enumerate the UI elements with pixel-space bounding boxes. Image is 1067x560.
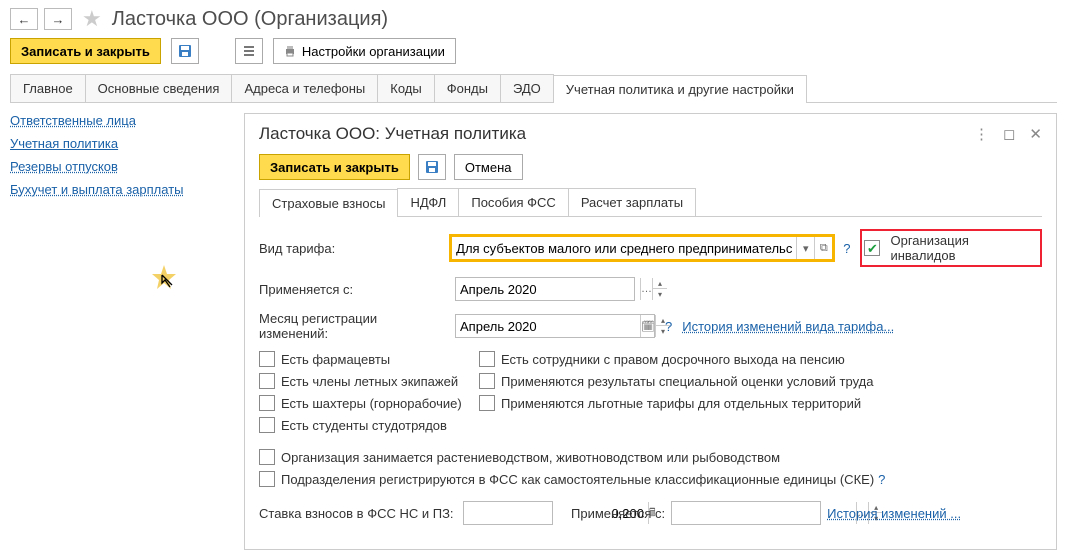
- policy-panel: Ласточка ООО: Учетная политика ⋮ ◻ ✕ Зап…: [244, 113, 1057, 550]
- panel-save[interactable]: [418, 154, 446, 180]
- rate-group: 🖩: [463, 501, 553, 525]
- sidebar-item-payroll[interactable]: Бухучет и выплата зарплаты: [10, 182, 230, 197]
- cb-fss-help-icon[interactable]: ?: [874, 472, 889, 487]
- subtab-salary[interactable]: Расчет зарплаты: [568, 188, 696, 216]
- reg-month-group: 🗓 ▴▾: [455, 314, 655, 338]
- cb-students-label: Есть студенты студотрядов: [281, 418, 447, 433]
- panel-title: Ласточка ООО: Учетная политика: [259, 124, 526, 144]
- applies-from-label: Применяется с:: [259, 282, 449, 297]
- reg-month-help-icon[interactable]: ?: [661, 319, 676, 334]
- tab-edo[interactable]: ЭДО: [500, 74, 554, 102]
- tab-accounting[interactable]: Учетная политика и другие настройки: [553, 75, 807, 103]
- org-invalid-label: Организация инвалидов: [890, 233, 1034, 263]
- cb-pharm[interactable]: [259, 351, 275, 367]
- save-button[interactable]: [171, 38, 199, 64]
- floppy-icon: [425, 160, 439, 174]
- cb-flight-label: Есть члены летных экипажей: [281, 374, 458, 389]
- subtab-fss[interactable]: Пособия ФСС: [458, 188, 568, 216]
- favorite-star-icon[interactable]: ★: [82, 6, 102, 32]
- panel-maximize-icon[interactable]: ◻: [1003, 125, 1015, 143]
- tab-main[interactable]: Главное: [10, 74, 86, 102]
- print-icon: [284, 45, 296, 57]
- cb-pension[interactable]: [479, 351, 495, 367]
- main-tabs: Главное Основные сведения Адреса и телеф…: [10, 74, 1057, 103]
- cb-students[interactable]: [259, 417, 275, 433]
- page-title: Ласточка ООО (Организация): [112, 8, 388, 31]
- cb-spec[interactable]: [479, 373, 495, 389]
- panel-save-close[interactable]: Записать и закрыть: [259, 154, 410, 180]
- cb-pharm-label: Есть фармацевты: [281, 352, 390, 367]
- floppy-icon: [178, 44, 192, 58]
- tariff-input[interactable]: [452, 237, 796, 259]
- tab-basic[interactable]: Основные сведения: [85, 74, 233, 102]
- nav-fwd[interactable]: →: [44, 8, 72, 30]
- applies-from-input[interactable]: [456, 278, 640, 300]
- cb-spec-label: Применяются результаты специальной оценк…: [501, 374, 873, 389]
- applies-from-stepper[interactable]: ▴▾: [652, 278, 667, 300]
- cb-lgot-label: Применяются льготные тарифы для отдельны…: [501, 396, 861, 411]
- cb-flight[interactable]: [259, 373, 275, 389]
- tariff-open-icon[interactable]: ⧉: [814, 237, 832, 259]
- tariff-input-group: ▾ ⧉: [451, 236, 833, 260]
- tab-address[interactable]: Адреса и телефоны: [231, 74, 378, 102]
- list-icon: [242, 44, 256, 58]
- cb-fss-label: Подразделения регистрируются в ФСС как с…: [281, 472, 874, 487]
- sidebar-item-accounting-policy[interactable]: Учетная политика: [10, 136, 230, 151]
- panel-more-icon[interactable]: ⋮: [974, 125, 989, 143]
- applies-from-group: … ▴▾: [455, 277, 635, 301]
- cursor-highlight-icon: [150, 263, 178, 291]
- cb-fss[interactable]: [259, 471, 275, 487]
- save-and-close-button[interactable]: Записать и закрыть: [10, 38, 161, 64]
- sidebar: Ответственные лица Учетная политика Резе…: [10, 113, 230, 550]
- reg-month-label: Месяц регистрации изменений:: [259, 311, 449, 341]
- cb-pension-label: Есть сотрудники с правом досрочного выхо…: [501, 352, 845, 367]
- tariff-label: Вид тарифа:: [259, 241, 445, 256]
- cb-miners[interactable]: [259, 395, 275, 411]
- tab-codes[interactable]: Коды: [377, 74, 434, 102]
- reg-month-calendar-icon[interactable]: 🗓: [640, 315, 655, 337]
- sidebar-item-responsible[interactable]: Ответственные лица: [10, 113, 230, 128]
- subtab-insurance[interactable]: Страховые взносы: [259, 189, 398, 217]
- applies-from2-group: … ▴▾: [671, 501, 821, 525]
- applies-from-ellipsis[interactable]: …: [640, 278, 652, 300]
- tariff-dropdown-icon[interactable]: ▾: [796, 237, 814, 259]
- panel-close-icon[interactable]: ✕: [1029, 125, 1042, 143]
- history2-link[interactable]: История изменений ...: [827, 506, 961, 521]
- list-button[interactable]: [235, 38, 263, 64]
- nav-back[interactable]: ←: [10, 8, 38, 30]
- rate-label: Ставка взносов в ФСС НС и ПЗ:: [259, 506, 457, 521]
- sidebar-item-reserves[interactable]: Резервы отпусков: [10, 159, 230, 174]
- tab-funds[interactable]: Фонды: [434, 74, 501, 102]
- org-settings-label: Настройки организации: [302, 44, 445, 59]
- subtabs: Страховые взносы НДФЛ Пособия ФСС Расчет…: [259, 188, 1042, 217]
- cb-agro-label: Организация занимается растениеводством,…: [281, 450, 780, 465]
- cb-miners-label: Есть шахтеры (горнорабочие): [281, 396, 462, 411]
- subtab-ndfl[interactable]: НДФЛ: [397, 188, 459, 216]
- history-tariff-link[interactable]: История изменений вида тарифа...: [682, 319, 894, 334]
- org-invalid-checkbox[interactable]: [864, 240, 880, 256]
- panel-cancel[interactable]: Отмена: [454, 154, 523, 180]
- tariff-help-icon[interactable]: ?: [839, 241, 854, 256]
- applies-from2-label: Применяется с:: [571, 506, 665, 521]
- cb-lgot[interactable]: [479, 395, 495, 411]
- cb-agro[interactable]: [259, 449, 275, 465]
- org-settings-button[interactable]: Настройки организации: [273, 38, 456, 64]
- reg-month-input[interactable]: [456, 315, 640, 337]
